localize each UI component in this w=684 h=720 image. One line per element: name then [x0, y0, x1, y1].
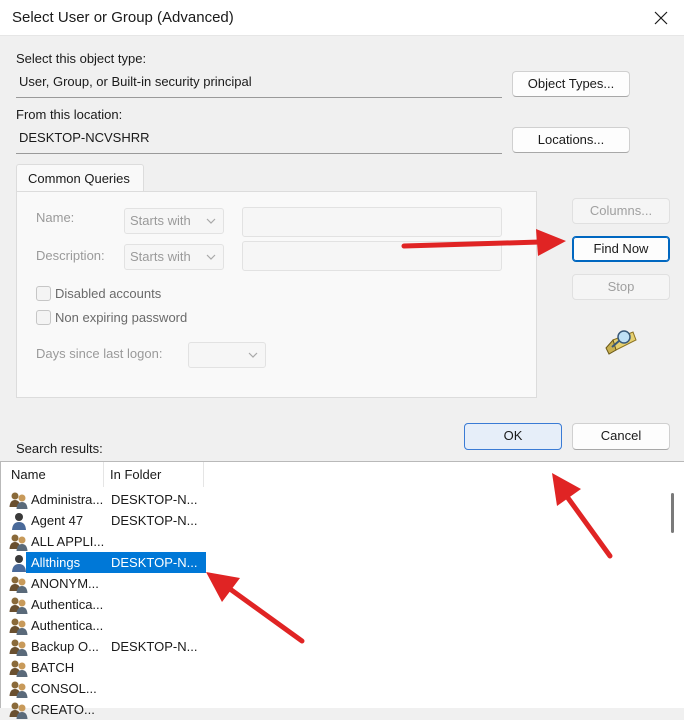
name-label: Name: — [36, 210, 75, 225]
group-icon — [9, 618, 28, 635]
column-header-name[interactable]: Name — [5, 462, 104, 487]
table-row-selected[interactable]: Allthings DESKTOP-N... — [5, 552, 206, 573]
row-name: ANONYM... — [31, 576, 99, 591]
group-icon — [9, 534, 28, 551]
table-row[interactable]: Authentica... — [5, 594, 205, 615]
row-name: CONSOL... — [31, 681, 97, 696]
search-results-label: Search results: — [16, 441, 103, 456]
group-icon — [9, 576, 28, 593]
search-results-list[interactable]: Name In Folder Administra... DESKTOP-N...… — [0, 461, 684, 719]
ok-button[interactable]: OK — [464, 423, 562, 450]
row-name: Authentica... — [31, 618, 104, 633]
row-folder: DESKTOP-N... — [111, 639, 198, 654]
chevron-down-icon — [206, 218, 216, 224]
group-icon — [9, 681, 28, 698]
column-header-in-folder[interactable]: In Folder — [104, 462, 204, 487]
days-since-logon-dropdown[interactable] — [188, 342, 266, 368]
name-mode-value: Starts with — [130, 213, 191, 228]
row-folder: DESKTOP-N... — [111, 513, 198, 528]
disabled-accounts-label: Disabled accounts — [55, 286, 162, 301]
group-icon — [9, 660, 28, 677]
scrollbar-thumb[interactable] — [671, 493, 674, 533]
close-icon — [654, 11, 668, 25]
description-mode-value: Starts with — [130, 249, 191, 264]
description-mode-dropdown[interactable]: Starts with — [124, 244, 224, 270]
days-since-logon-label: Days since last logon: — [36, 346, 163, 361]
group-icon — [9, 702, 28, 719]
table-row[interactable]: CREATO... — [5, 699, 205, 720]
close-button[interactable] — [638, 0, 684, 36]
description-input[interactable] — [242, 241, 502, 271]
user-icon — [12, 555, 26, 572]
tab-common-queries[interactable]: Common Queries — [16, 164, 144, 192]
object-type-label: Select this object type: — [16, 51, 147, 66]
name-input[interactable] — [242, 207, 502, 237]
row-name: Allthings — [31, 555, 81, 570]
row-name: Administra... — [31, 492, 104, 507]
row-name: BATCH — [31, 660, 75, 675]
table-row[interactable]: ANONYM... — [5, 573, 205, 594]
columns-button[interactable]: Columns... — [572, 198, 670, 224]
non-expiring-password-checkbox[interactable] — [36, 310, 51, 325]
object-type-field: User, Group, or Built-in security princi… — [16, 70, 502, 98]
disabled-accounts-checkbox[interactable] — [36, 286, 51, 301]
row-name: Agent 47 — [31, 513, 84, 528]
table-row[interactable]: CONSOL... — [5, 678, 205, 699]
row-name: Backup O... — [31, 639, 99, 654]
location-label: From this location: — [16, 107, 123, 122]
table-row[interactable]: Administra... DESKTOP-N... — [5, 489, 205, 510]
row-name: Authentica... — [31, 597, 104, 612]
user-icon — [12, 513, 26, 530]
location-field: DESKTOP-NCVSHRR — [16, 126, 502, 154]
table-row[interactable]: Backup O... DESKTOP-N... — [5, 636, 205, 657]
window-title: Select User or Group (Advanced) — [12, 9, 234, 26]
non-expiring-password-label: Non expiring password — [55, 310, 188, 325]
table-row[interactable]: Agent 47 DESKTOP-N... — [5, 510, 205, 531]
table-row[interactable]: Authentica... — [5, 615, 205, 636]
stop-button[interactable]: Stop — [572, 274, 670, 300]
search-flashlight-icon — [605, 330, 637, 355]
group-icon — [9, 639, 28, 656]
chevron-down-icon — [206, 254, 216, 260]
group-icon — [9, 492, 28, 509]
row-folder: DESKTOP-N... — [111, 555, 198, 570]
cancel-button[interactable]: Cancel — [572, 423, 670, 450]
object-types-button[interactable]: Object Types... — [512, 71, 630, 97]
row-name: CREATO... — [31, 702, 95, 717]
group-icon — [9, 597, 28, 614]
title-bar: Select User or Group (Advanced) — [0, 0, 684, 36]
locations-button[interactable]: Locations... — [512, 127, 630, 153]
description-label: Description: — [36, 248, 105, 263]
find-now-button[interactable]: Find Now — [572, 236, 670, 262]
table-row[interactable]: ALL APPLI... — [5, 531, 205, 552]
name-mode-dropdown[interactable]: Starts with — [124, 208, 224, 234]
chevron-down-icon — [248, 352, 258, 358]
row-name: ALL APPLI... — [31, 534, 105, 549]
table-row[interactable]: BATCH — [5, 657, 205, 678]
row-folder: DESKTOP-N... — [111, 492, 198, 507]
